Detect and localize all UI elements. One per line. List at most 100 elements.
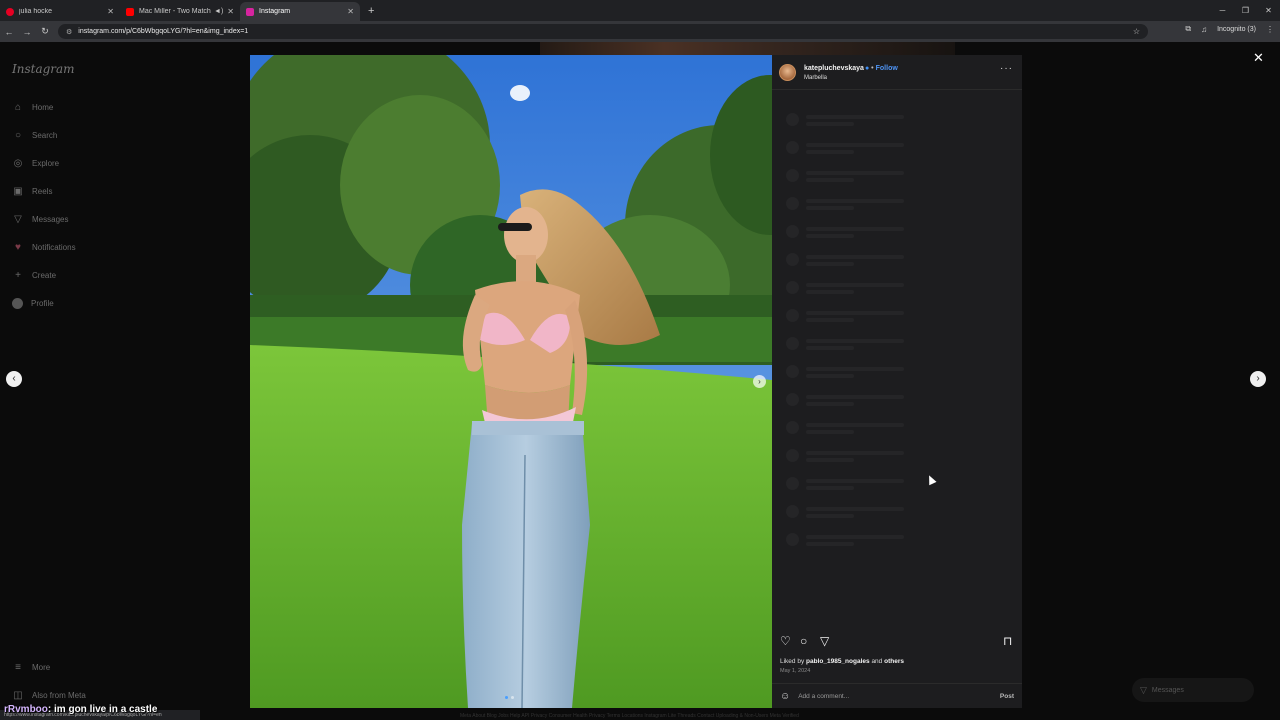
chevron-right-icon[interactable]: › — [1250, 371, 1266, 387]
address-bar-row: ← → ↻ ⚙ instagram.com/p/C6bWbgqoLYG/?hl=… — [0, 21, 1280, 42]
share-icon[interactable]: ▽ — [820, 634, 829, 648]
comment-input[interactable]: Add a comment... — [798, 693, 1000, 700]
reels-icon: ▣ — [13, 186, 23, 197]
messages-pill-label: Messages — [1151, 686, 1184, 694]
sidebar-item-profile[interactable]: Profile — [12, 298, 54, 309]
username-row: katepluchevskaya● • Follow — [804, 65, 898, 72]
youtube-icon — [126, 7, 134, 16]
emoji-icon[interactable]: ☺ — [780, 691, 790, 702]
sidebar-item-notifications[interactable]: ♥ Notifications — [12, 242, 76, 253]
speaker-icon[interactable]: ◄) — [214, 8, 223, 15]
photo-next-icon[interactable]: › — [753, 375, 766, 388]
verified-badge-icon: ● — [864, 65, 870, 72]
meta-icon: ◫ — [13, 690, 23, 701]
send-icon: ▽ — [1140, 684, 1147, 695]
instagram-logo[interactable]: Instagram — [12, 62, 75, 76]
url-text: instagram.com/p/C6bWbgqoLYG/?hl=en&img_i… — [78, 28, 249, 35]
post-comment-button[interactable]: Post — [1000, 693, 1014, 700]
sidebar-item-label: Also from Meta — [32, 691, 86, 700]
sidebar-item-reels[interactable]: ▣ Reels — [12, 186, 52, 197]
sidebar-item-label: Search — [32, 131, 58, 140]
sidebar-item-home[interactable]: ⌂ Home — [12, 102, 53, 113]
media-control-icon[interactable]: ♫ — [1201, 25, 1207, 34]
sidebar-item-explore[interactable]: ◎ Explore — [12, 158, 60, 169]
avatar[interactable] — [779, 64, 796, 81]
instagram-icon — [246, 7, 254, 16]
chat-username: rRvmboo — [4, 704, 48, 715]
sidebar-item-more[interactable]: ≡ More — [12, 662, 50, 673]
carousel-dot — [505, 696, 508, 699]
post-photo[interactable] — [250, 55, 772, 708]
close-icon[interactable]: ✕ — [1253, 50, 1264, 66]
follow-button[interactable]: Follow — [876, 65, 898, 72]
comment-row: ☺ Add a comment... Post — [772, 683, 1022, 708]
liked-by-others-link[interactable]: others — [884, 658, 904, 665]
close-icon[interactable]: ✕ — [107, 7, 114, 16]
send-icon: ▽ — [14, 214, 22, 225]
close-icon[interactable]: ✕ — [227, 7, 234, 16]
post-panel: katepluchevskaya● • Follow Marbella ··· ♡ … — [772, 55, 1022, 708]
liked-by-and: and — [871, 658, 883, 665]
pinterest-icon — [6, 7, 14, 16]
site-info-icon[interactable]: ⚙ — [66, 28, 72, 36]
liked-by-prefix: Liked by — [780, 658, 805, 665]
restore-icon[interactable]: ❐ — [1234, 6, 1257, 15]
forward-icon[interactable]: → — [18, 27, 36, 37]
sidebar-item-messages[interactable]: ▽ Messages — [12, 214, 68, 225]
incognito-indicator[interactable]: Incognito (3) — [1217, 26, 1256, 33]
sidebar-item-label: Notifications — [32, 243, 76, 252]
chevron-left-icon[interactable]: ‹ — [6, 371, 22, 387]
comment-icon[interactable]: ○ — [800, 634, 807, 648]
sidebar-item-create[interactable]: + Create — [12, 270, 56, 281]
minimize-icon[interactable]: ─ — [1211, 6, 1234, 15]
sidebar-item-search[interactable]: ○ Search — [12, 130, 57, 141]
like-heart-icon[interactable]: ♡ — [780, 634, 791, 648]
back-icon[interactable]: ← — [0, 27, 18, 37]
reload-icon[interactable]: ↻ — [36, 26, 54, 37]
window-controls: ─ ❐ ✕ — [1211, 0, 1280, 21]
liked-by-user-link[interactable]: pablo_1985_nogales — [806, 658, 870, 665]
sidebar-item-label: Create — [32, 271, 57, 280]
hamburger-icon: ≡ — [15, 662, 21, 673]
close-window-icon[interactable]: ✕ — [1257, 6, 1280, 15]
menu-icon[interactable]: ⋮ — [1266, 25, 1274, 34]
bookmark-star-icon[interactable]: ☆ — [1133, 27, 1140, 36]
plus-icon: + — [15, 270, 21, 281]
tab-search-icon[interactable]: ⧉ — [1185, 24, 1191, 34]
toolbar-right: ⧉ ♫ Incognito (3) ⋮ — [1185, 24, 1274, 34]
location-link[interactable]: Marbella — [804, 75, 827, 81]
sidebar-item-label: Reels — [32, 187, 53, 196]
footer-links[interactable]: Meta About Blog Jobs Help API Privacy Co… — [460, 713, 799, 719]
tab-title: julia hocke — [19, 8, 53, 15]
sidebar-item-label: Profile — [31, 299, 54, 308]
carousel-dots — [505, 696, 514, 699]
tab-title: Mac Miller - Two Matches — [139, 8, 212, 15]
sidebar-item-label: Messages — [32, 215, 69, 224]
sidebar-item-label: More — [32, 663, 51, 672]
browser-tab-bar: julia hocke ✕ Mac Miller - Two Matches ◄… — [0, 0, 1280, 21]
avatar — [12, 298, 23, 309]
tab-pinterest[interactable]: julia hocke ✕ — [0, 2, 120, 21]
messages-pill[interactable]: ▽ Messages — [1132, 678, 1254, 702]
carousel-dot — [511, 696, 514, 699]
sidebar-item-also-from-meta[interactable]: ◫ Also from Meta — [12, 690, 86, 701]
background-feed-image — [540, 42, 955, 55]
sidebar: Instagram ⌂ Home ○ Search ◎ Explore ▣ Re… — [0, 42, 245, 720]
sidebar-item-label: Home — [32, 103, 54, 112]
post-header: katepluchevskaya● • Follow Marbella ··· — [772, 55, 1022, 90]
close-icon[interactable]: ✕ — [347, 7, 354, 16]
search-icon: ○ — [14, 130, 22, 141]
separator-dot: • — [871, 65, 874, 72]
url-field[interactable]: ⚙ instagram.com/p/C6bWbgqoLYG/?hl=en&img… — [58, 24, 1148, 39]
username-link[interactable]: katepluchevskaya — [804, 65, 864, 72]
tab-youtube[interactable]: Mac Miller - Two Matches ◄) ✕ — [120, 2, 240, 21]
save-bookmark-icon[interactable]: ⊓ — [1003, 634, 1012, 648]
post-date[interactable]: May 1, 2024 — [780, 668, 810, 674]
more-options-icon[interactable]: ··· — [1000, 63, 1013, 74]
stream-chat-overlay: rRvmboo: im gon live in a castle — [4, 704, 157, 715]
tab-instagram[interactable]: Instagram ✕ — [240, 2, 360, 21]
sidebar-item-label: Explore — [32, 159, 60, 168]
post-actions: ♡ ○ ▽ ⊓ — [772, 632, 1022, 652]
home-icon: ⌂ — [14, 102, 22, 113]
new-tab-button[interactable]: + — [360, 2, 382, 21]
